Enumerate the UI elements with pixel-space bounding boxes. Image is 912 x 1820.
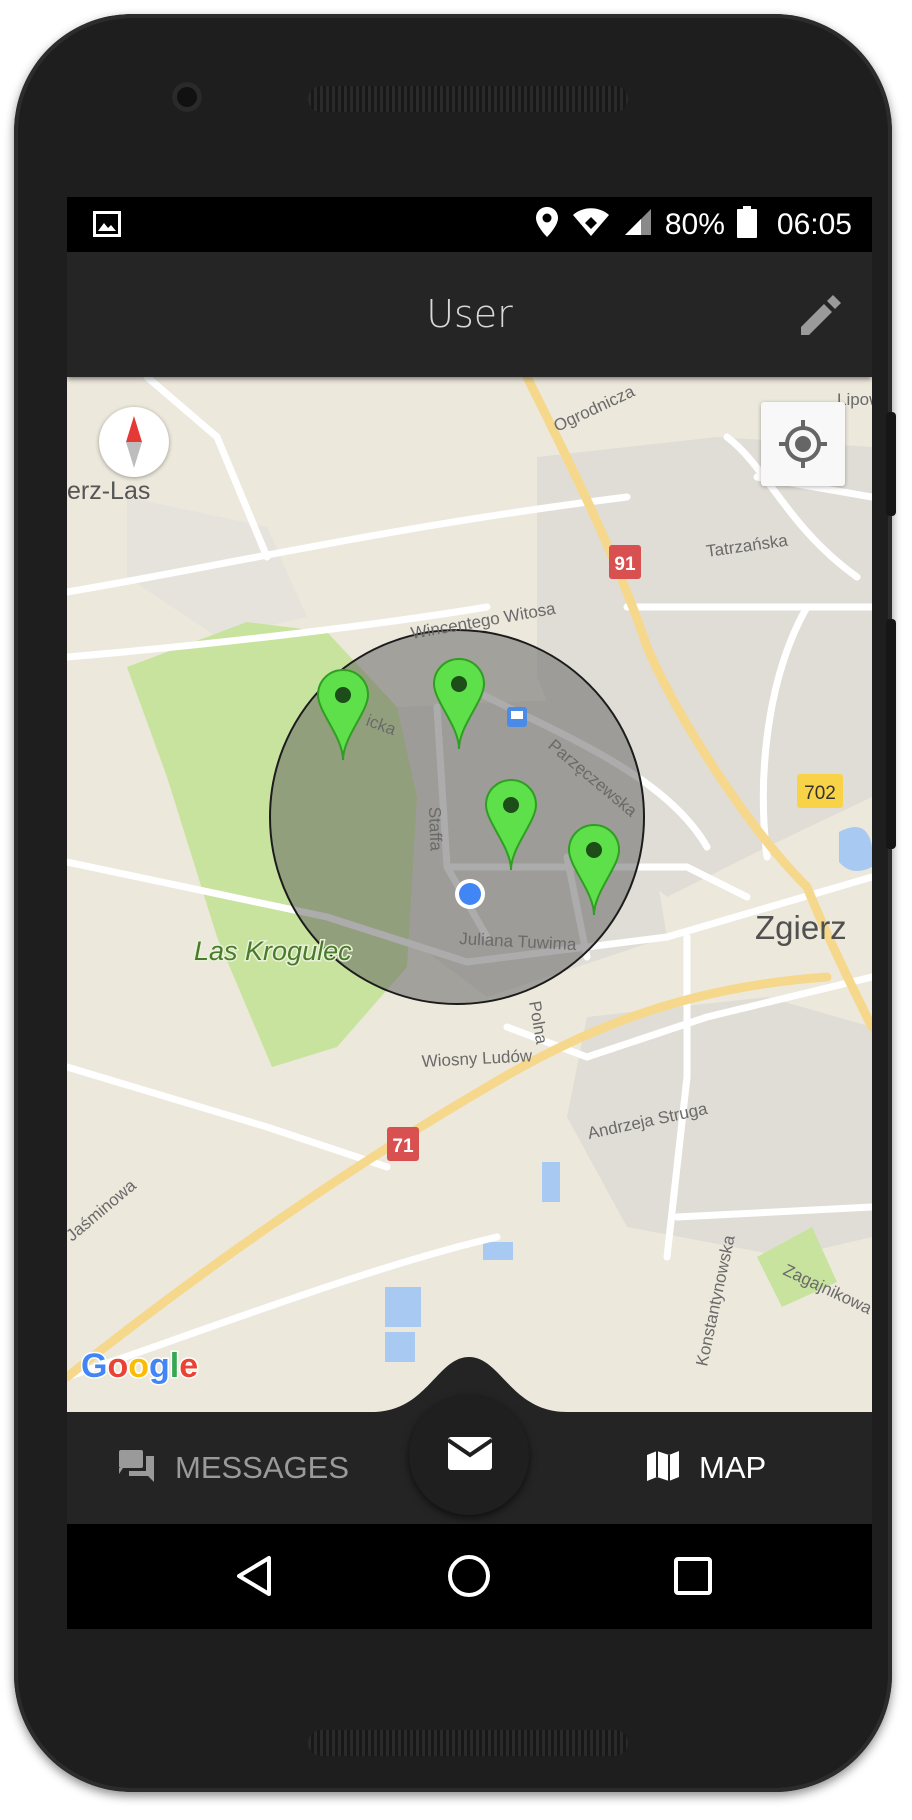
user-location-dot: [455, 879, 485, 909]
street-label-staffa: Staffa: [425, 806, 446, 851]
wifi-icon: [571, 207, 611, 242]
app-bar: User: [67, 252, 872, 377]
edit-pencil-icon[interactable]: [799, 295, 841, 337]
top-speaker: [308, 86, 628, 112]
clock: 06:05: [776, 207, 852, 241]
page-title: User: [426, 292, 513, 336]
road-shield-71: 71: [387, 1127, 419, 1161]
crosshair-icon: [779, 420, 827, 468]
my-location-button[interactable]: [761, 402, 845, 486]
street-label-ogrodnicza: Ogrodnicza: [551, 381, 638, 435]
street-label-polna: Polna: [525, 999, 551, 1046]
back-icon[interactable]: [225, 1546, 285, 1606]
road-shield-702: 702: [797, 774, 843, 808]
compose-message-fab[interactable]: [409, 1395, 529, 1515]
image-icon: [93, 211, 121, 237]
location-icon: [535, 206, 559, 243]
battery-icon: [736, 206, 757, 243]
nav-map[interactable]: MAP: [647, 1412, 766, 1524]
bus-stop-icon: [507, 707, 527, 727]
compass-icon: [126, 416, 142, 468]
place-label-village: erz-Las: [67, 477, 150, 505]
phone-frame: 80% 06:05 User Ogrodnicza Tatrzańska Win…: [14, 14, 896, 1792]
nav-map-label: MAP: [699, 1450, 767, 1485]
svg-text:702: 702: [804, 783, 836, 804]
home-icon[interactable]: [439, 1546, 499, 1606]
svg-text:91: 91: [614, 554, 636, 575]
map-icon: [647, 1450, 679, 1487]
street-label-jasminowa: Jaśminowa: [67, 1176, 140, 1246]
power-button: [886, 412, 896, 516]
google-logo: Google: [80, 1346, 200, 1387]
recents-icon[interactable]: [663, 1546, 723, 1606]
svg-text:71: 71: [392, 1136, 414, 1157]
status-icons: 80% 06:05: [535, 197, 852, 252]
battery-text: 80%: [664, 207, 725, 241]
map-view[interactable]: Ogrodnicza Tatrzańska Wincentego Witosa …: [67, 377, 872, 1412]
system-navigation-bar: [67, 1524, 872, 1629]
compass-button[interactable]: [99, 407, 169, 477]
status-bar: 80% 06:05: [67, 197, 872, 252]
svg-text:Google: Google: [81, 1347, 198, 1385]
screen: 80% 06:05 User Ogrodnicza Tatrzańska Win…: [67, 197, 872, 1629]
nav-messages-label: MESSAGES: [175, 1450, 349, 1485]
place-label-zgierz: Zgierz: [755, 909, 847, 946]
street-label-konstantynowska: Konstantynowska: [692, 1233, 738, 1368]
place-label-las-krogulec: Las Krogulec: [194, 936, 352, 966]
bottom-speaker: [308, 1730, 628, 1756]
volume-button: [886, 619, 896, 849]
nav-messages[interactable]: MESSAGES: [119, 1412, 349, 1524]
road-shield-91: 91: [609, 545, 641, 579]
signal-icon: [623, 207, 653, 242]
front-camera: [172, 82, 202, 112]
mail-icon: [446, 1437, 494, 1470]
messages-icon: [119, 1448, 155, 1489]
